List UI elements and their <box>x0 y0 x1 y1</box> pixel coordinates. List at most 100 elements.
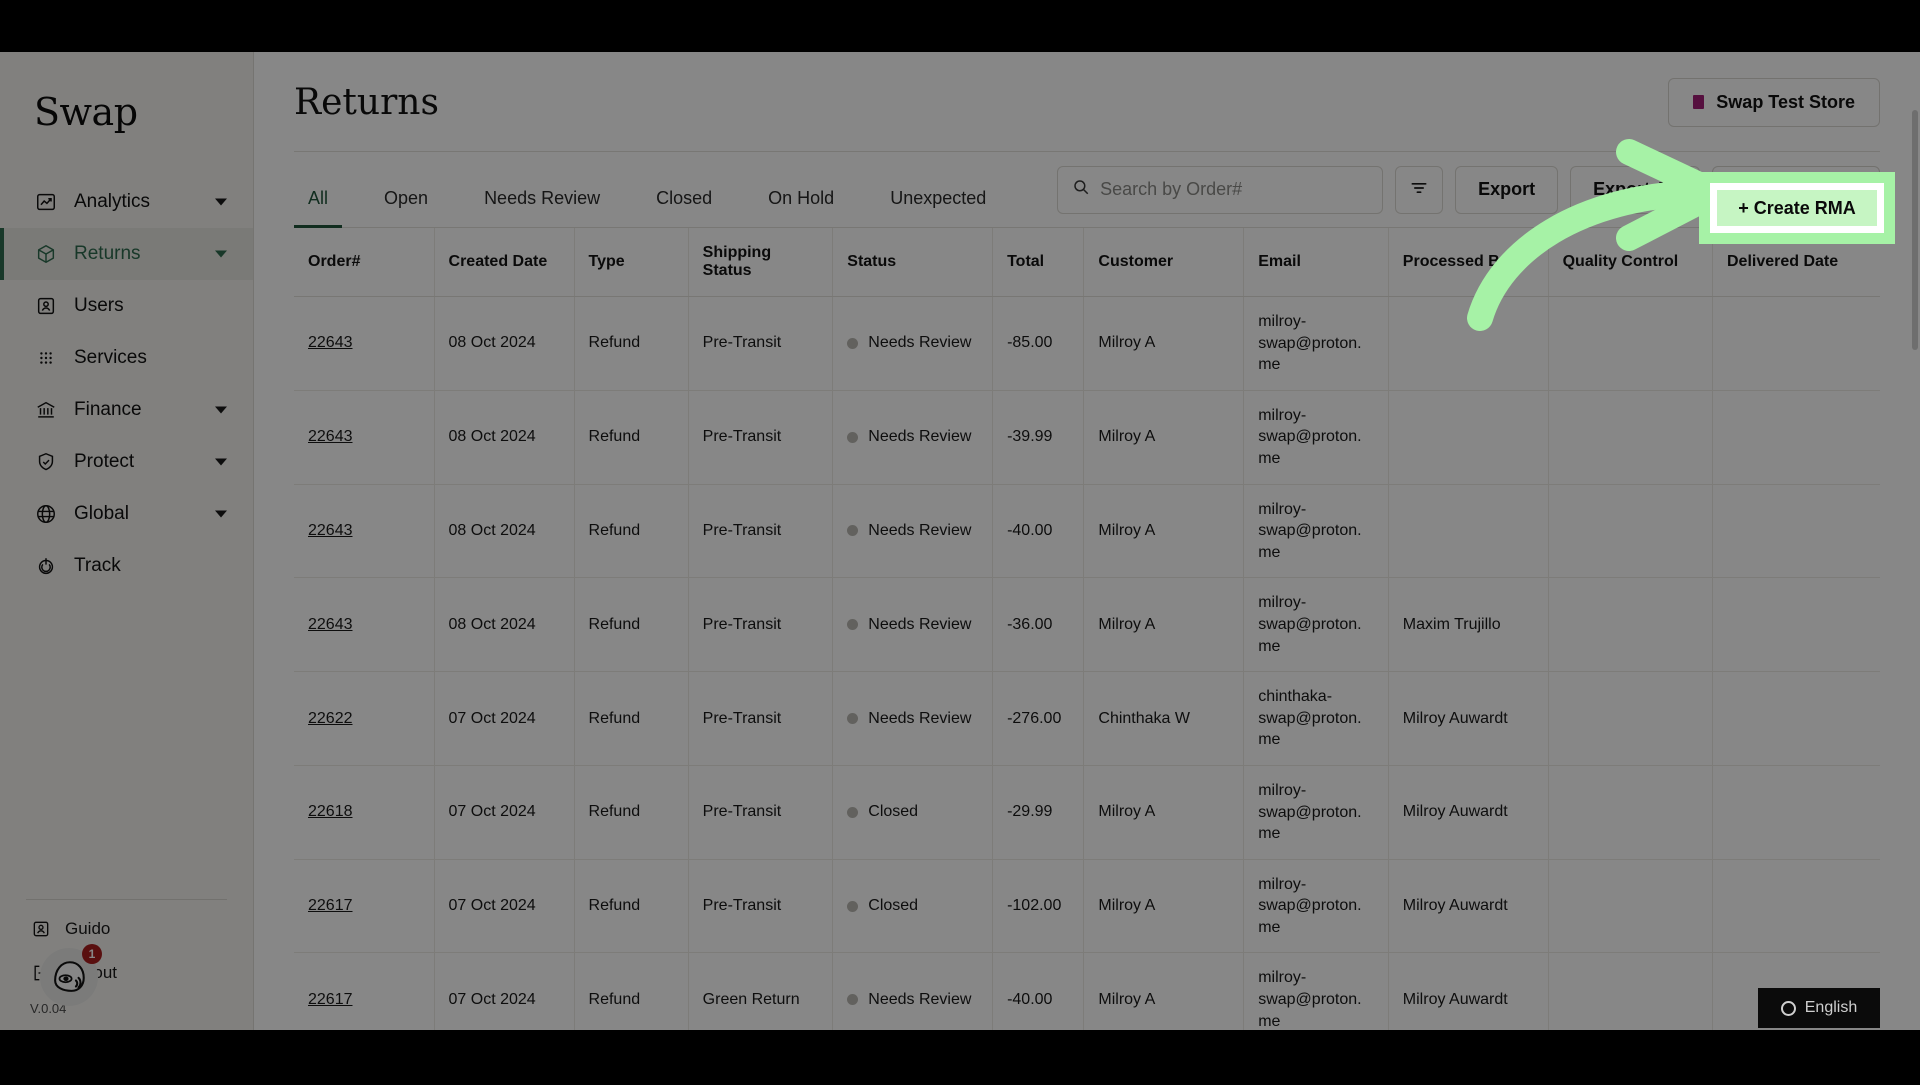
table-row[interactable]: 22617 07 Oct 2024 Refund Pre-Transit Closed -… <box>294 859 1880 954</box>
cell-delivered-date <box>1712 577 1880 673</box>
col-type[interactable]: Type <box>574 228 689 297</box>
sidebar-item-label: Users <box>74 295 124 316</box>
col-customer[interactable]: Customer <box>1083 228 1245 297</box>
avatar[interactable]: 1 <box>40 944 102 1006</box>
col-shipping[interactable]: Shipping Status <box>688 228 834 297</box>
user-card-icon <box>34 294 58 318</box>
status-dot-icon <box>847 713 859 725</box>
sidebar-item-track[interactable]: Track <box>0 540 253 592</box>
order-link[interactable]: 22643 <box>308 522 353 539</box>
status-tabs: All Open Needs Review Closed On Hold Une… <box>294 152 1028 228</box>
chevron-down-icon[interactable] <box>215 250 227 258</box>
order-link[interactable]: 22643 <box>308 616 353 633</box>
sidebar-logout[interactable]: Logout <box>0 951 253 995</box>
cell-customer: Chinthaka W <box>1083 671 1245 766</box>
cell-order[interactable]: 22643 <box>294 390 435 485</box>
chevron-down-icon[interactable] <box>215 198 227 206</box>
sidebar-item-global[interactable]: Global <box>0 488 253 540</box>
col-processed[interactable]: Processed By <box>1388 228 1549 297</box>
order-link[interactable]: 22643 <box>308 334 353 351</box>
table-row[interactable]: 22643 08 Oct 2024 Refund Pre-Transit Needs R… <box>294 484 1880 579</box>
cell-created-date: 08 Oct 2024 <box>434 296 575 391</box>
tab-closed[interactable]: Closed <box>642 152 726 227</box>
search-box[interactable] <box>1057 165 1384 214</box>
filter-button[interactable] <box>1395 165 1444 214</box>
cell-shipping-status: Pre-Transit <box>688 671 834 766</box>
store-selector-button[interactable]: Swap Test Store <box>1668 77 1880 127</box>
cell-order[interactable]: 22617 <box>294 952 435 1030</box>
cell-created-date: 08 Oct 2024 <box>434 577 575 673</box>
cell-customer: Milroy A <box>1083 390 1245 485</box>
col-qc[interactable]: Quality Control <box>1548 228 1713 297</box>
main-content: Returns Swap Test Store All Open Needs R… <box>254 52 1920 1030</box>
table-row[interactable]: 22643 08 Oct 2024 Refund Pre-Transit Needs R… <box>294 390 1880 485</box>
order-link[interactable]: 22622 <box>308 710 353 727</box>
order-link[interactable]: 22643 <box>308 428 353 445</box>
cell-type: Refund <box>574 577 689 673</box>
cell-customer: Milroy A <box>1083 577 1245 673</box>
sidebar-item-protect[interactable]: Protect <box>0 436 253 488</box>
language-widget[interactable]: English <box>1758 988 1880 1028</box>
tab-all[interactable]: All <box>294 152 343 228</box>
cell-quality-control <box>1548 484 1713 579</box>
tab-on-hold[interactable]: On Hold <box>754 152 848 227</box>
create-rma-button-highlighted[interactable]: + Create RMA <box>1717 190 1877 226</box>
col-total[interactable]: Total <box>992 228 1085 297</box>
tab-unexpected[interactable]: Unexpected <box>876 152 1000 227</box>
chevron-down-icon[interactable] <box>215 406 227 414</box>
sidebar-item-analytics[interactable]: Analytics <box>0 176 253 228</box>
cell-delivered-date <box>1712 859 1880 954</box>
sidebar-item-label: Returns <box>74 243 141 264</box>
status-dot-icon <box>847 994 859 1006</box>
cell-order[interactable]: 22643 <box>294 296 435 391</box>
scrollbar[interactable] <box>1912 110 1918 350</box>
cell-order[interactable]: 22617 <box>294 859 435 954</box>
table-row[interactable]: 22643 08 Oct 2024 Refund Pre-Transit Needs R… <box>294 577 1880 673</box>
cell-total: -85.00 <box>992 296 1085 391</box>
chevron-down-icon[interactable] <box>215 458 227 466</box>
table-row[interactable]: 22622 07 Oct 2024 Refund Pre-Transit Needs R… <box>294 671 1880 766</box>
col-order[interactable]: Order# <box>294 228 435 297</box>
sidebar-item-returns[interactable]: Returns <box>0 228 253 280</box>
status-label: Needs Review <box>868 428 972 446</box>
cell-order[interactable]: 22618 <box>294 765 435 860</box>
chevron-down-icon[interactable] <box>215 510 227 518</box>
col-email[interactable]: Email <box>1243 228 1389 297</box>
sidebar-item-label: Protect <box>74 451 135 472</box>
tab-needs-review[interactable]: Needs Review <box>470 152 614 227</box>
tab-open[interactable]: Open <box>370 152 442 227</box>
chart-line-icon <box>34 190 58 214</box>
cell-order[interactable]: 22643 <box>294 484 435 579</box>
cell-processed-by <box>1388 484 1549 579</box>
table-row[interactable]: 22643 08 Oct 2024 Refund Pre-Transit Needs R… <box>294 296 1880 391</box>
cell-quality-control <box>1548 671 1713 766</box>
table-row[interactable]: 22618 07 Oct 2024 Refund Pre-Transit Closed -… <box>294 765 1880 860</box>
shield-check-icon <box>34 450 58 474</box>
order-link[interactable]: 22617 <box>308 991 353 1008</box>
cell-email: milroy-swap@proton.me <box>1243 859 1389 954</box>
col-created[interactable]: Created Date <box>434 228 575 297</box>
cell-type: Refund <box>574 671 689 766</box>
sidebar-item-services[interactable]: Services <box>0 332 253 384</box>
cell-order[interactable]: 22643 <box>294 577 435 673</box>
cell-created-date: 07 Oct 2024 <box>434 765 575 860</box>
sidebar-item-finance[interactable]: Finance <box>0 384 253 436</box>
user-card-icon <box>30 918 52 940</box>
search-input[interactable] <box>1100 179 1369 200</box>
order-link[interactable]: 22618 <box>308 803 353 820</box>
sidebar-item-users[interactable]: Users <box>0 280 253 332</box>
sidebar-item-label: Finance <box>74 399 142 420</box>
export-button[interactable]: Export <box>1455 165 1559 214</box>
cell-customer: Milroy A <box>1083 859 1245 954</box>
cell-order[interactable]: 22622 <box>294 671 435 766</box>
export-all-button[interactable]: Export All <box>1570 165 1701 214</box>
col-status[interactable]: Status <box>832 228 994 297</box>
cell-customer: Milroy A <box>1083 296 1245 391</box>
brand-logo[interactable]: Swap <box>0 52 253 134</box>
cell-status: Closed <box>832 765 994 860</box>
sidebar-user[interactable]: Guido <box>0 907 253 951</box>
cell-quality-control <box>1548 765 1713 860</box>
table-row[interactable]: 22617 07 Oct 2024 Refund Green Return Needs … <box>294 952 1880 1030</box>
sidebar-divider <box>26 899 227 900</box>
order-link[interactable]: 22617 <box>308 897 353 914</box>
